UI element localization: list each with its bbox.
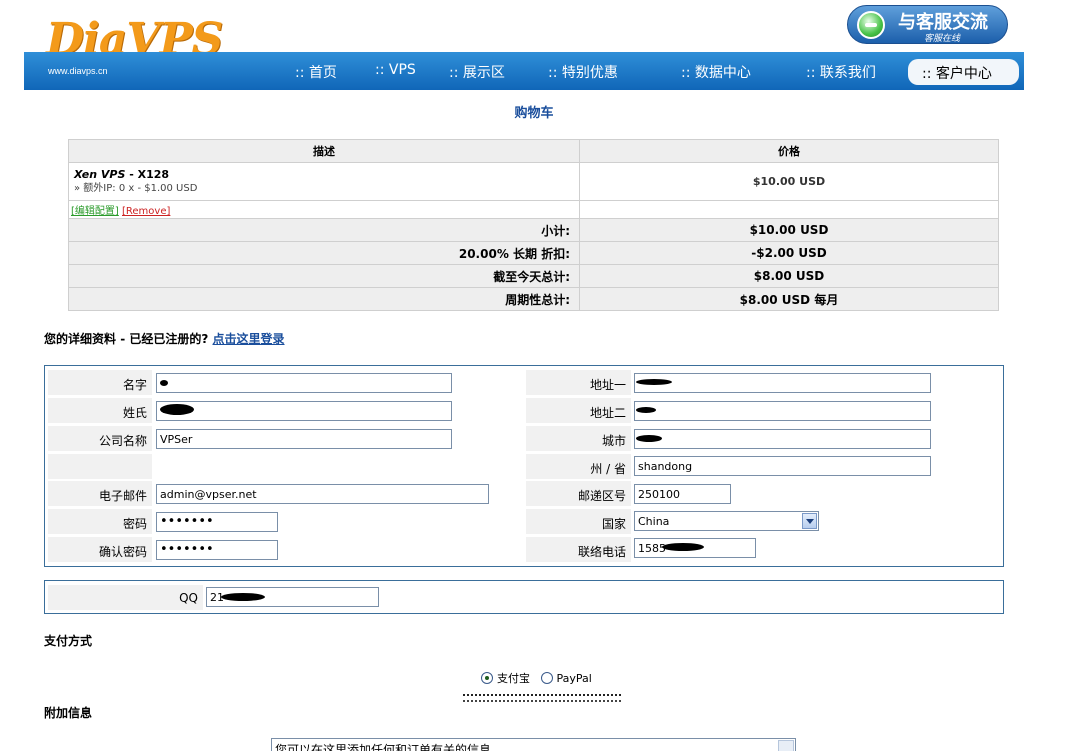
table-row: Xen VPS - X128 » 额外IP: 0 x - $1.00 USD $… [68, 162, 999, 201]
radio-checked-icon[interactable] [481, 672, 493, 684]
nav-datacenter[interactable]: :: 数据中心 [681, 62, 751, 82]
email-label: 电子邮件 [48, 481, 152, 506]
remove-item-link[interactable]: [Remove] [122, 206, 170, 217]
total-today-value: $8.00 USD [579, 264, 999, 288]
country-value: China [638, 515, 670, 528]
last-name-field[interactable] [156, 401, 452, 421]
qq-form: QQ 21 [44, 580, 1004, 614]
first-name-field[interactable] [156, 373, 452, 393]
address2-label: 地址二 [526, 398, 631, 423]
site-header: DiaVPS 与客服交流 客服在线 www.diavps.cn :: 首页 ::… [0, 0, 1068, 92]
redaction-mark [463, 694, 621, 702]
nav-client-area[interactable]: :: 客户中心 [908, 59, 1019, 85]
address1-label: 地址一 [526, 370, 631, 395]
recurring-total-label: 周期性总计: [68, 287, 580, 311]
redaction-mark [662, 543, 704, 551]
product-name: Xen VPS [74, 168, 126, 181]
postcode-field[interactable]: 250100 [634, 484, 731, 504]
product-addon: » 额外IP: 0 x - $1.00 USD [74, 183, 198, 194]
redaction-mark [636, 379, 672, 385]
state-label: 州 / 省 [526, 454, 631, 479]
subtotal-row: 小计: $10.00 USD [68, 218, 999, 242]
cart-title: 购物车 [514, 106, 554, 121]
redaction-mark [636, 407, 656, 413]
subtotal-label: 小计: [68, 218, 580, 242]
total-today-label: 截至今天总计: [68, 264, 580, 288]
recurring-total-row: 周期性总计: $8.00 USD 每月 [68, 287, 999, 311]
edit-config-link[interactable]: [编辑配置] [71, 206, 119, 217]
qq-label: QQ [48, 585, 203, 610]
chat-icon [857, 11, 885, 39]
nav-contact[interactable]: :: 联系我们 [806, 62, 876, 82]
redaction-mark [160, 404, 194, 415]
company-label: 公司名称 [48, 426, 152, 451]
nav-offers[interactable]: :: 特别优惠 [548, 62, 618, 82]
total-today-row: 截至今天总计: $8.00 USD [68, 264, 999, 288]
live-support-button[interactable]: 与客服交流 客服在线 [847, 5, 1008, 44]
redaction-mark [636, 435, 662, 442]
city-field[interactable] [634, 429, 931, 449]
nav-vps[interactable]: :: VPS [375, 62, 416, 78]
order-notes-textarea[interactable]: 您可以在这里添加任何和订单有关的信息 [271, 738, 796, 751]
main-nav: www.diavps.cn :: 首页 :: VPS :: 展示区 :: 特别优… [24, 52, 1024, 90]
support-status: 客服在线 [924, 34, 961, 44]
nav-home[interactable]: :: 首页 [295, 62, 337, 82]
column-header-description: 描述 [68, 139, 580, 163]
discount-value: -$2.00 USD [579, 241, 999, 265]
city-label: 城市 [526, 426, 631, 451]
postcode-label: 邮递区号 [526, 481, 631, 506]
payment-options: 支付宝 PayPal [481, 670, 592, 686]
customer-details-form: 名字 姓氏 公司名称 VPSer 电子邮件 admin@vpser.net 密码… [44, 365, 1004, 567]
redaction-mark [160, 380, 168, 386]
last-name-label: 姓氏 [48, 398, 152, 423]
column-header-price: 价格 [579, 139, 999, 163]
password-field[interactable]: ••••••• [156, 512, 278, 532]
discount-row: 20.00% 长期 折扣: -$2.00 USD [68, 241, 999, 265]
discount-label: 20.00% 长期 折扣: [68, 241, 580, 265]
phone-label: 联络电话 [526, 537, 631, 562]
cart-table: 描述 价格 Xen VPS - X128 » 额外IP: 0 x - $1.00… [68, 139, 999, 311]
chevron-down-icon[interactable] [802, 513, 817, 529]
product-description: Xen VPS - X128 » 额外IP: 0 x - $1.00 USD [68, 162, 580, 201]
country-label: 国家 [526, 509, 631, 534]
password-label: 密码 [48, 509, 152, 534]
nav-showcase[interactable]: :: 展示区 [449, 62, 505, 82]
logo-url: www.diavps.cn [48, 66, 108, 76]
notes-placeholder: 您可以在这里添加任何和订单有关的信息 [275, 743, 492, 751]
empty-label [48, 454, 152, 479]
payment-option-paypal[interactable]: PayPal [540, 672, 592, 685]
confirm-password-label: 确认密码 [48, 537, 152, 562]
address2-field[interactable] [634, 401, 931, 421]
notes-heading: 附加信息 [44, 706, 93, 720]
state-field[interactable]: shandong [634, 456, 931, 476]
confirm-password-field[interactable]: ••••••• [156, 540, 278, 560]
login-link[interactable]: 点击这里登录 [213, 332, 285, 346]
address1-field[interactable] [634, 373, 931, 393]
redaction-mark [221, 593, 265, 601]
details-heading: 您的详细资料 - 已经已注册的? 点击这里登录 [44, 332, 285, 346]
product-price: $10.00 USD [579, 162, 999, 201]
radio-unchecked-icon[interactable] [540, 672, 553, 684]
subtotal-value: $10.00 USD [579, 218, 999, 242]
email-field[interactable]: admin@vpser.net [156, 484, 489, 504]
payment-option-alipay[interactable]: 支付宝 [481, 672, 530, 685]
country-select[interactable]: China [634, 511, 819, 531]
product-plan: X128 [137, 168, 170, 181]
payment-heading: 支付方式 [44, 634, 93, 648]
table-row: [编辑配置] [Remove] [68, 200, 999, 219]
scrollbar[interactable] [778, 740, 794, 751]
company-field[interactable]: VPSer [156, 429, 452, 449]
first-name-label: 名字 [48, 370, 152, 395]
recurring-total-value: $8.00 USD 每月 [579, 287, 999, 311]
